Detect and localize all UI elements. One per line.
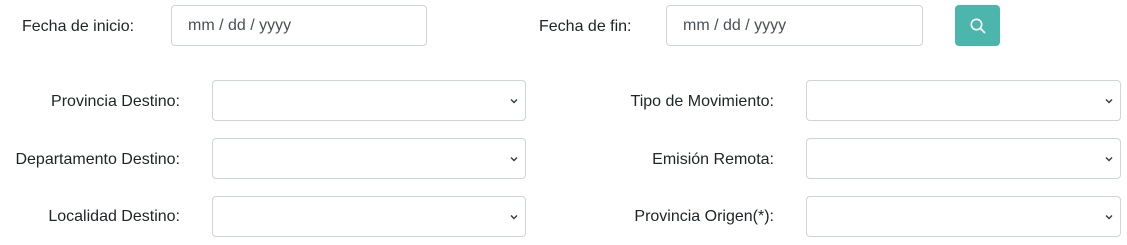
localidad-destino-label: Localidad Destino: bbox=[48, 208, 180, 225]
provincia-origen-label: Provincia Origen(*): bbox=[634, 208, 774, 225]
provincia-destino-select[interactable] bbox=[212, 80, 526, 121]
emision-remota-select[interactable] bbox=[806, 138, 1121, 179]
search-icon bbox=[970, 18, 985, 33]
emision-remota-label: Emisión Remota: bbox=[652, 151, 774, 168]
localidad-destino-select[interactable] bbox=[212, 196, 526, 237]
end-date-placeholder: mm / dd / yyyy bbox=[683, 16, 787, 34]
filter-form: Fecha de inicio: mm / dd / yyyy Fecha de… bbox=[0, 0, 1127, 245]
departamento-destino-label: Departamento Destino: bbox=[15, 151, 180, 168]
chevron-down-icon bbox=[1105, 214, 1113, 219]
chevron-down-icon bbox=[1105, 98, 1113, 103]
chevron-down-icon bbox=[510, 156, 518, 161]
start-date-label: Fecha de inicio: bbox=[22, 18, 135, 35]
tipo-movimiento-label: Tipo de Movimiento: bbox=[630, 93, 774, 110]
chevron-down-icon bbox=[510, 98, 518, 103]
departamento-destino-select[interactable] bbox=[212, 138, 526, 179]
end-date-label: Fecha de fin: bbox=[539, 18, 632, 35]
chevron-down-icon bbox=[1105, 156, 1113, 161]
chevron-down-icon bbox=[510, 214, 518, 219]
provincia-destino-label: Provincia Destino: bbox=[51, 93, 180, 110]
start-date-placeholder: mm / dd / yyyy bbox=[188, 16, 292, 34]
provincia-origen-select[interactable] bbox=[806, 196, 1121, 237]
search-button[interactable] bbox=[955, 5, 1000, 46]
start-date-input[interactable]: mm / dd / yyyy bbox=[171, 5, 427, 46]
end-date-input[interactable]: mm / dd / yyyy bbox=[666, 5, 923, 46]
tipo-movimiento-select[interactable] bbox=[806, 80, 1121, 121]
